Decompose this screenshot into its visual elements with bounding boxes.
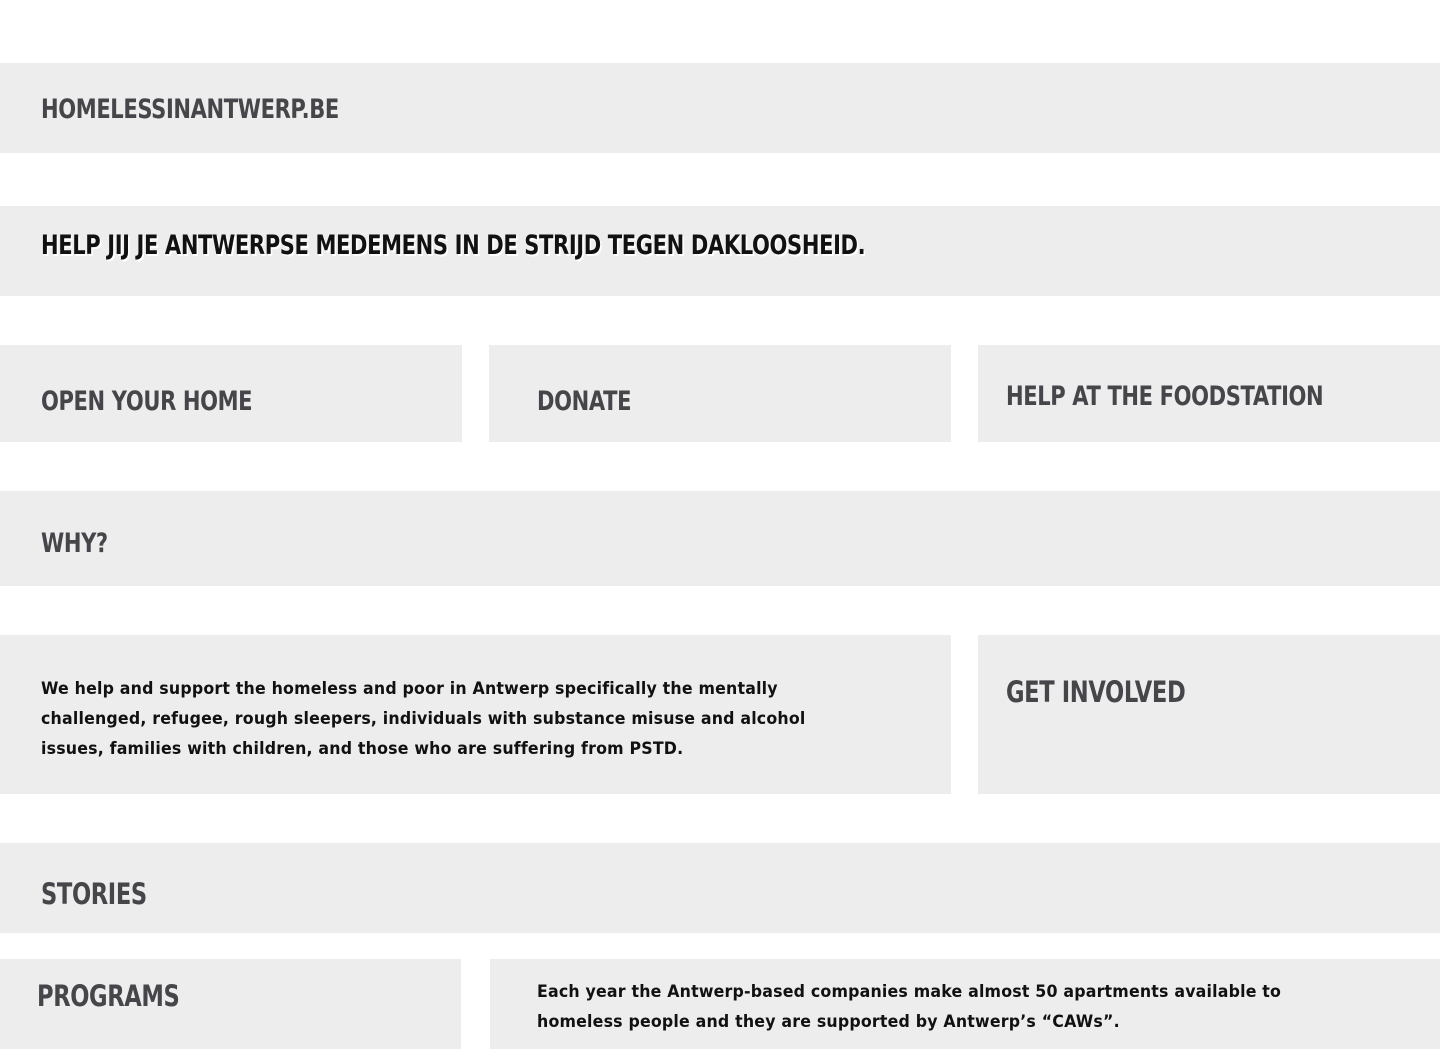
- get-involved-button[interactable]: GET INVOLVED: [978, 635, 1440, 794]
- site-title[interactable]: HOMELESSINANTWERP.BE: [41, 96, 339, 123]
- why-heading: WHY?: [41, 528, 108, 559]
- get-involved-label: GET INVOLVED: [1006, 675, 1186, 709]
- donate-label: DONATE: [537, 386, 632, 417]
- programs-panel: PROGRAMS: [0, 959, 461, 1049]
- why-description-panel: We help and support the homeless and poo…: [0, 635, 951, 794]
- site-header: HOMELESSINANTWERP.BE: [0, 63, 1440, 153]
- hero-tagline: HELP JIJ JE ANTWERPSE MEDEMENS IN DE STR…: [41, 230, 866, 261]
- stories-section-header: STORIES: [0, 843, 1440, 933]
- help-at-foodstation-button[interactable]: HELP AT THE FOODSTATION: [978, 345, 1440, 442]
- donate-button[interactable]: DONATE: [489, 345, 951, 442]
- help-at-foodstation-label: HELP AT THE FOODSTATION: [1006, 381, 1324, 412]
- programs-description: Each year the Antwerp-based companies ma…: [537, 982, 1282, 1032]
- programs-description-panel: Each year the Antwerp-based companies ma…: [490, 959, 1440, 1049]
- why-description: We help and support the homeless and poo…: [41, 679, 806, 759]
- stories-heading[interactable]: STORIES: [41, 880, 147, 909]
- why-section-header: WHY?: [0, 491, 1440, 586]
- open-your-home-button[interactable]: OPEN YOUR HOME: [0, 345, 462, 442]
- programs-heading[interactable]: PROGRAMS: [37, 982, 180, 1011]
- open-your-home-label: OPEN YOUR HOME: [41, 386, 253, 417]
- hero-banner: HELP JIJ JE ANTWERPSE MEDEMENS IN DE STR…: [0, 206, 1440, 296]
